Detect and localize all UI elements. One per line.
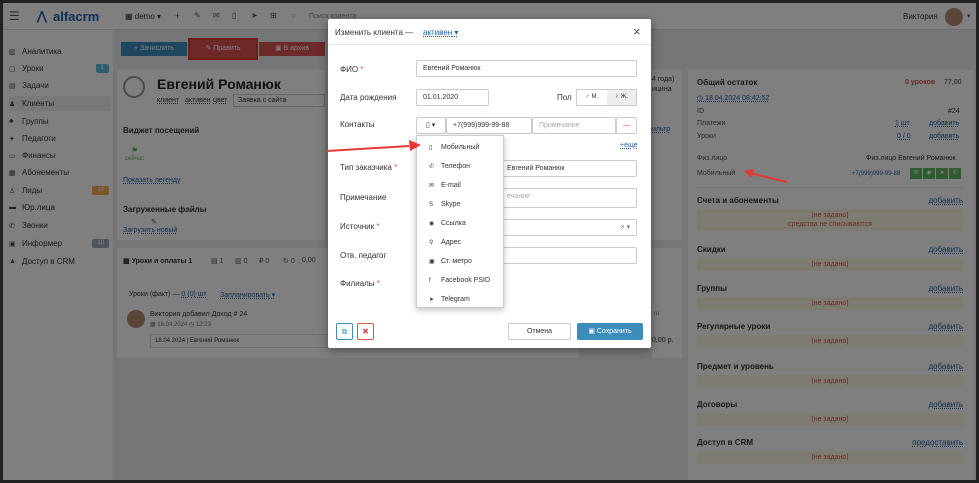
dropdown-item-label: Ст. метро (441, 258, 472, 265)
dropdown-item-skype[interactable]: S Skype (417, 195, 503, 214)
remove-contact-button[interactable]: — (616, 117, 637, 134)
dropdown-item-map-pin[interactable]: ⚲ Адрес (417, 233, 503, 252)
mobile-icon: ▯ (429, 145, 433, 151)
annotation-arrow-left (326, 140, 421, 152)
dropdown-item-label: Skype (441, 201, 461, 208)
annotation-arrow-right (744, 169, 788, 183)
branch-label: Филиалы * (340, 279, 380, 288)
cancel-button[interactable]: Отмена (508, 323, 571, 340)
modal-title: Изменить клиента — (335, 28, 414, 37)
dropdown-item-label: Facebook PSID (441, 277, 491, 284)
metro-icon: ▣ (429, 259, 435, 265)
contact-type-select[interactable]: ▯ ▾ (416, 117, 446, 134)
contacts-label: Контакты (340, 120, 375, 129)
add-contact-link[interactable]: +еще (620, 142, 638, 149)
dropdown-item-mobile[interactable]: ▯ Мобильный (417, 138, 503, 157)
fio-input[interactable]: Евгений Романюк (416, 60, 637, 77)
telegram-icon: ➤ (429, 297, 435, 303)
copy-button[interactable]: ⧉ (336, 323, 353, 340)
dropdown-item-metro[interactable]: ▣ Ст. метро (417, 252, 503, 271)
dropdown-item-email[interactable]: ✉ E-mail (417, 176, 503, 195)
dropdown-item-telegram[interactable]: ➤ Telegram (417, 290, 503, 309)
dropdown-item-globe[interactable]: ◉ Ссылка (417, 214, 503, 233)
dropdown-item-label: Telegram (441, 296, 470, 303)
map-pin-icon: ⚲ (429, 240, 434, 246)
dropdown-item-phone[interactable]: ✆ Телефон (417, 157, 503, 176)
fio-label: ФИО * (340, 65, 364, 74)
source-label: Источник * (340, 222, 380, 231)
dropdown-item-label: Адрес (441, 239, 462, 246)
dropdown-item-facebook[interactable]: f Facebook PSID (417, 271, 503, 290)
contact-note-input[interactable]: Примечание (532, 117, 616, 134)
sex-toggle: ♂ М. ♀ Ж. (576, 89, 637, 106)
modal-header: Изменить клиента — активен ▾ × (328, 19, 651, 45)
dropdown-item-label: Ссылка (441, 220, 466, 227)
facebook-icon: f (429, 277, 431, 284)
modal-status[interactable]: активен ▾ (423, 28, 458, 37)
globe-icon: ◉ (429, 221, 435, 227)
dob-input[interactable]: 01.01.2020 (416, 89, 489, 106)
customer-type-label: Тип заказчика * (340, 163, 398, 172)
email-icon: ✉ (429, 183, 435, 189)
phone-input[interactable]: +7(999)999-99-88 (446, 117, 532, 134)
sex-female[interactable]: ♀ Ж. (606, 90, 636, 105)
sex-label: Пол (557, 93, 572, 102)
dob-label: Дата рождения (340, 93, 397, 102)
skype-icon: S (429, 201, 434, 208)
teacher-label: Отв. педагог (340, 251, 387, 260)
delete-button[interactable]: ✖ (357, 323, 374, 340)
contact-type-dropdown: ▯ Мобильный ✆ Телефон ✉ E-mail S Skype ◉ Ссылка ⚲ А… (416, 135, 504, 308)
dropdown-item-label: Мобильный (441, 144, 480, 151)
dropdown-item-label: E-mail (441, 182, 461, 189)
save-button[interactable]: ▣ Сохранить (577, 323, 643, 340)
sex-male[interactable]: ♂ М. (577, 90, 607, 105)
dropdown-item-label: Телефон (441, 163, 471, 170)
close-icon[interactable]: × (633, 24, 641, 39)
phone-icon: ✆ (429, 164, 435, 170)
note-label: Примечание (340, 193, 387, 202)
